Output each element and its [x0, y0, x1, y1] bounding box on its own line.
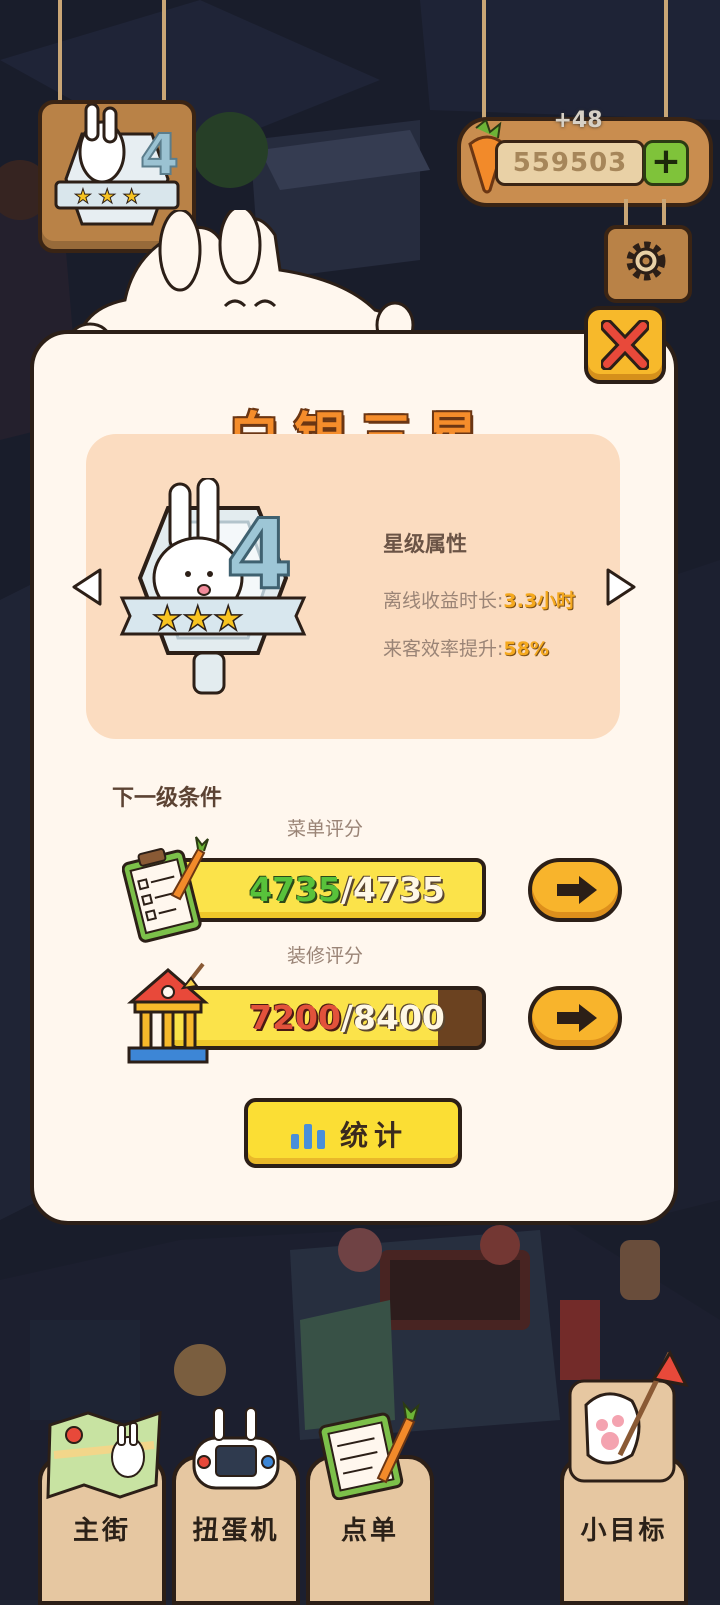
attribute-label: 离线收益时长: [383, 590, 504, 612]
svg-text:4: 4 [226, 499, 293, 611]
go-decoration-button[interactable] [528, 986, 622, 1050]
arrow-right-icon [557, 1004, 597, 1032]
stats-button-label: 统计 [340, 1119, 409, 1152]
svg-text:★★★: ★★★ [152, 599, 243, 639]
order-clipboard-icon [318, 1400, 420, 1500]
next-rank-arrow-icon[interactable] [604, 566, 638, 608]
attribute-value: 3.3小时 [503, 590, 576, 612]
previous-rank-arrow-icon[interactable] [70, 566, 104, 608]
gamepad-icon [192, 1407, 280, 1490]
attribute-value: 58% [503, 638, 549, 660]
attribute-row-offline-income: 离线收益时长:3.3小时 [383, 586, 609, 613]
silver-rank-badge-icon: 4 ★★★ [119, 478, 307, 695]
sign-rope [58, 0, 62, 104]
bar-chart-icon [291, 1124, 325, 1149]
currency-gain-popup: +48 [553, 108, 603, 133]
menu-score-progress-bar: 4735/4735 [168, 858, 486, 922]
attributes-title: 星级属性 [383, 532, 467, 556]
go-menu-button[interactable] [528, 858, 622, 922]
stats-button[interactable]: 统计 [244, 1098, 462, 1168]
nav-label-main-street: 主街 [72, 1516, 131, 1546]
gear-icon [626, 241, 666, 281]
score-separator: / [340, 998, 354, 1037]
target-score: 8400 [353, 998, 445, 1037]
requirement-label: 菜单评分 [286, 818, 363, 840]
svg-text:★ ★ ★: ★ ★ ★ [74, 184, 141, 208]
requirement-label: 装修评分 [286, 945, 363, 967]
sign-rope [624, 199, 628, 227]
score-separator: / [340, 870, 354, 909]
nav-label-small-goals: 小目标 [580, 1516, 668, 1546]
settings-button[interactable] [604, 225, 692, 303]
target-score: 4735 [353, 870, 445, 909]
nav-label-gacha: 扭蛋机 [192, 1516, 280, 1546]
sign-rope [664, 0, 668, 118]
nav-label-order: 点单 [340, 1516, 399, 1546]
decoration-score-progress-bar: 7200/8400 [168, 986, 486, 1050]
map-icon [46, 1410, 162, 1500]
decoration-house-icon [126, 962, 210, 1064]
arrow-right-icon [557, 876, 597, 904]
next-level-title: 下一级条件 [112, 786, 223, 811]
close-icon [601, 320, 649, 370]
goal-flag-icon [568, 1349, 689, 1483]
currency-amount: 559503 [495, 140, 645, 186]
attribute-row-guest-efficiency: 来客效率提升:58% [383, 634, 609, 661]
sign-rope [482, 0, 486, 118]
menu-clipboard-icon [122, 836, 209, 943]
current-score: 7200 [249, 998, 341, 1037]
add-currency-button[interactable]: + [643, 140, 689, 186]
sign-rope [162, 0, 166, 104]
close-button[interactable] [584, 306, 666, 384]
current-score: 4735 [249, 870, 341, 909]
attribute-label: 来客效率提升: [383, 638, 504, 660]
svg-text:4: 4 [140, 123, 179, 188]
sign-rope [662, 199, 666, 227]
